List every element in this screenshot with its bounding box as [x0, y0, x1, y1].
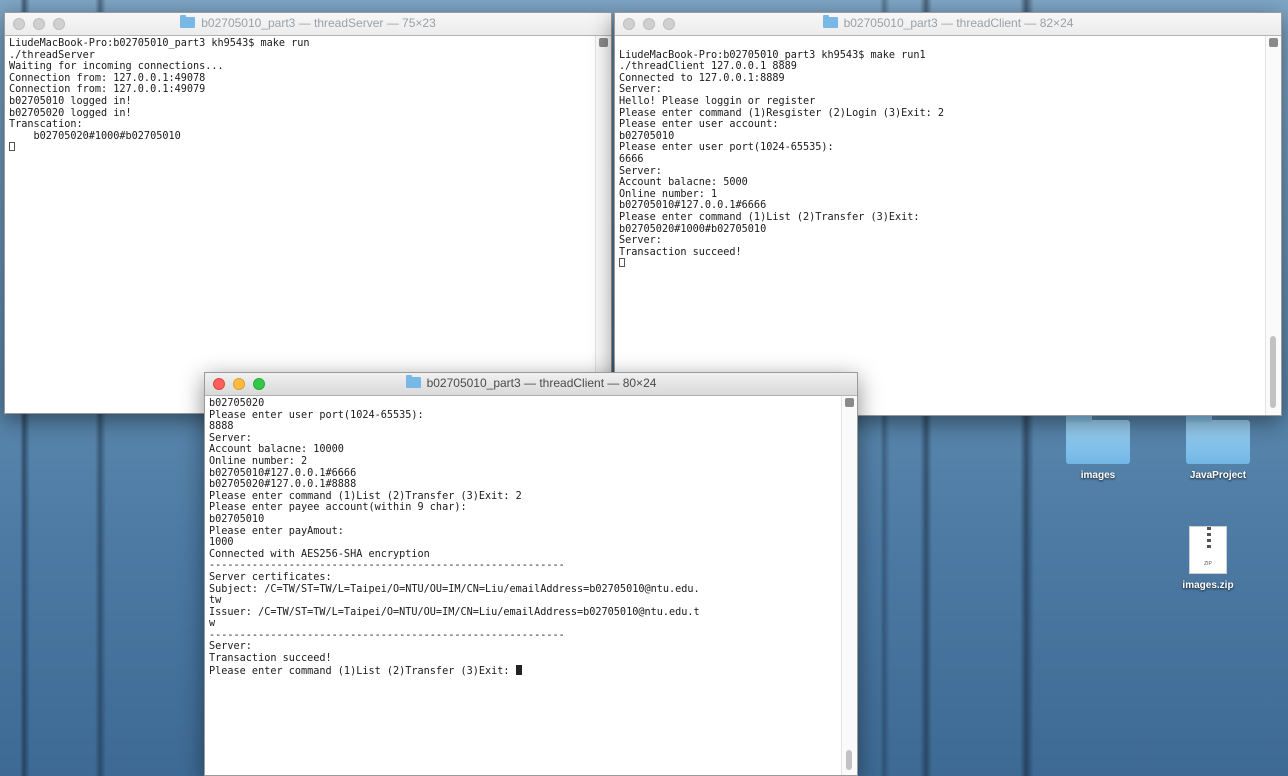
folder-icon — [1066, 414, 1130, 464]
window-title-text: b02705010_part3 — threadClient — 82×24 — [843, 16, 1074, 30]
terminal-line: ./threadServer — [9, 49, 95, 61]
terminal-line: Please enter command (1)List (2)Transfer… — [209, 490, 522, 502]
terminal-line: Transcation: — [9, 119, 83, 131]
terminal-line: b02705020#1000#b02705010 — [9, 130, 181, 142]
terminal-output[interactable]: b02705020 Please enter user port(1024-655… — [205, 396, 841, 775]
terminal-line: LiudeMacBook-Pro:b02705010_part3 kh9543$… — [9, 38, 310, 49]
terminal-line: Online number: 1 — [619, 188, 718, 200]
terminal-line: Server: — [619, 235, 662, 247]
folder-icon — [180, 15, 196, 28]
desktop-icon-label: images — [1080, 470, 1116, 481]
terminal-line: b02705010#127.0.0.1#6666 — [209, 467, 357, 479]
terminal-line: LiudeMacBook-Pro:b02705010_part3 kh9543$… — [619, 49, 926, 61]
terminal-line: ----------------------------------------… — [209, 560, 565, 572]
terminal-line: Server: — [209, 432, 252, 444]
terminal-line: Connected to 127.0.0.1:8889 — [619, 72, 785, 84]
terminal-line: Server: — [619, 165, 662, 177]
window-title: b02705010_part3 — threadClient — 80×24 — [205, 375, 857, 390]
terminal-output[interactable]: LiudeMacBook-Pro:b02705010_part3 kh9543$… — [615, 36, 1265, 415]
terminal-line: Please enter user port(1024-65535): — [619, 142, 834, 154]
terminal-line: Account balacne: 10000 — [209, 444, 344, 456]
title-bar[interactable]: b02705010_part3 — threadServer — 75×23 — [5, 13, 611, 36]
scroll-marker-icon — [845, 398, 854, 407]
scrollbar-thumb[interactable] — [846, 750, 852, 770]
window-title: b02705010_part3 — threadServer — 75×23 — [5, 15, 611, 30]
terminal-line: Connection from: 127.0.0.1:49079 — [9, 84, 206, 96]
terminal-line: Please enter user account: — [619, 119, 779, 131]
desktop-icon-javaproject[interactable]: JavaProject — [1168, 414, 1268, 481]
terminal-line: Connected with AES256-SHA encryption — [209, 548, 430, 560]
terminal-window-client1[interactable]: b02705010_part3 — threadClient — 82×24 L… — [614, 12, 1282, 416]
terminal-line: b02705010 logged in! — [9, 95, 132, 107]
terminal-line: 6666 — [619, 153, 644, 165]
terminal-line: b02705020#127.0.0.1#8888 — [209, 479, 357, 491]
terminal-line: Server: — [209, 641, 252, 653]
terminal-line: b02705010#127.0.0.1#6666 — [619, 200, 767, 212]
scrollbar-thumb[interactable] — [1270, 336, 1276, 408]
terminal-line: Please enter payAmout: — [209, 525, 344, 537]
terminal-cursor-line — [619, 258, 1261, 270]
terminal-line: Please enter user port(1024-65535): — [209, 409, 424, 421]
scrollbar[interactable] — [595, 36, 611, 413]
terminal-window-server[interactable]: b02705010_part3 — threadServer — 75×23 L… — [4, 12, 612, 414]
zip-tag: ZIP — [1204, 561, 1212, 567]
terminal-line: Transaction succeed! — [619, 246, 742, 258]
terminal-line: Please enter payee account(within 9 char… — [209, 502, 467, 514]
desktop-icon-images[interactable]: images — [1048, 414, 1148, 481]
terminal-line: ----------------------------------------… — [209, 629, 565, 641]
terminal-line: b02705020 — [209, 398, 265, 409]
terminal-line: Account balacne: 5000 — [619, 177, 748, 189]
terminal-line: Server: — [619, 84, 662, 96]
terminal-line: Online number: 2 — [209, 455, 308, 467]
window-title-text: b02705010_part3 — threadClient — 80×24 — [426, 376, 657, 390]
terminal-line: Please enter command (1)List (2)Transfer… — [619, 211, 920, 223]
folder-icon — [1186, 414, 1250, 464]
folder-icon — [405, 375, 421, 388]
terminal-line: Hello! Please loggin or register — [619, 95, 816, 107]
title-bar[interactable]: b02705010_part3 — threadClient — 80×24 — [205, 373, 857, 396]
terminal-window-client2[interactable]: b02705010_part3 — threadClient — 80×24 b… — [204, 372, 858, 776]
terminal-prompt-line: Please enter command (1)List (2)Transfer… — [209, 664, 837, 677]
terminal-cursor-line — [9, 142, 591, 154]
terminal-line: b02705020 logged in! — [9, 107, 132, 119]
scrollbar[interactable] — [841, 396, 857, 775]
zip-file-icon: ZIP — [1189, 526, 1227, 574]
terminal-line: b02705010 — [209, 513, 265, 525]
terminal-line: b02705010 — [619, 130, 675, 142]
terminal-line: w — [209, 618, 216, 630]
window-title: b02705010_part3 — threadClient — 82×24 — [615, 15, 1281, 30]
scroll-marker-icon — [1269, 38, 1278, 47]
terminal-prompt: Please enter command (1)List (2)Transfer… — [209, 665, 516, 677]
terminal-line: Please enter command (1)Resgister (2)Log… — [619, 107, 945, 119]
desktop-icon-images-zip[interactable]: ZIP images.zip — [1158, 526, 1258, 591]
terminal-output[interactable]: LiudeMacBook-Pro:b02705010_part3 kh9543$… — [5, 36, 595, 413]
terminal-line: Server certificates: — [209, 571, 332, 583]
terminal-line: Issuer: /C=TW/ST=TW/L=Taipei/O=NTU/OU=IM… — [209, 606, 700, 618]
folder-icon — [822, 15, 838, 28]
window-title-text: b02705010_part3 — threadServer — 75×23 — [201, 16, 436, 30]
terminal-line: Subject: /C=TW/ST=TW/L=Taipei/O=NTU/OU=I… — [209, 583, 700, 595]
cursor-icon — [515, 664, 522, 675]
desktop-icon-label: images.zip — [1182, 580, 1234, 591]
cursor-icon — [9, 142, 15, 152]
terminal-line: 1000 — [209, 537, 234, 549]
terminal-line: 8888 — [209, 421, 234, 433]
terminal-line: ./threadClient 127.0.0.1 8889 — [619, 61, 797, 73]
scrollbar[interactable] — [1265, 36, 1281, 415]
terminal-line: Transaction succeed! — [209, 653, 332, 665]
title-bar[interactable]: b02705010_part3 — threadClient — 82×24 — [615, 13, 1281, 36]
scroll-marker-icon — [599, 38, 608, 47]
terminal-line: Connection from: 127.0.0.1:49078 — [9, 72, 206, 84]
cursor-icon — [619, 258, 625, 268]
terminal-line: tw — [209, 595, 222, 607]
terminal-line: Waiting for incoming connections... — [9, 61, 224, 73]
desktop-icon-label: JavaProject — [1189, 470, 1247, 481]
terminal-line: b02705020#1000#b02705010 — [619, 223, 767, 235]
